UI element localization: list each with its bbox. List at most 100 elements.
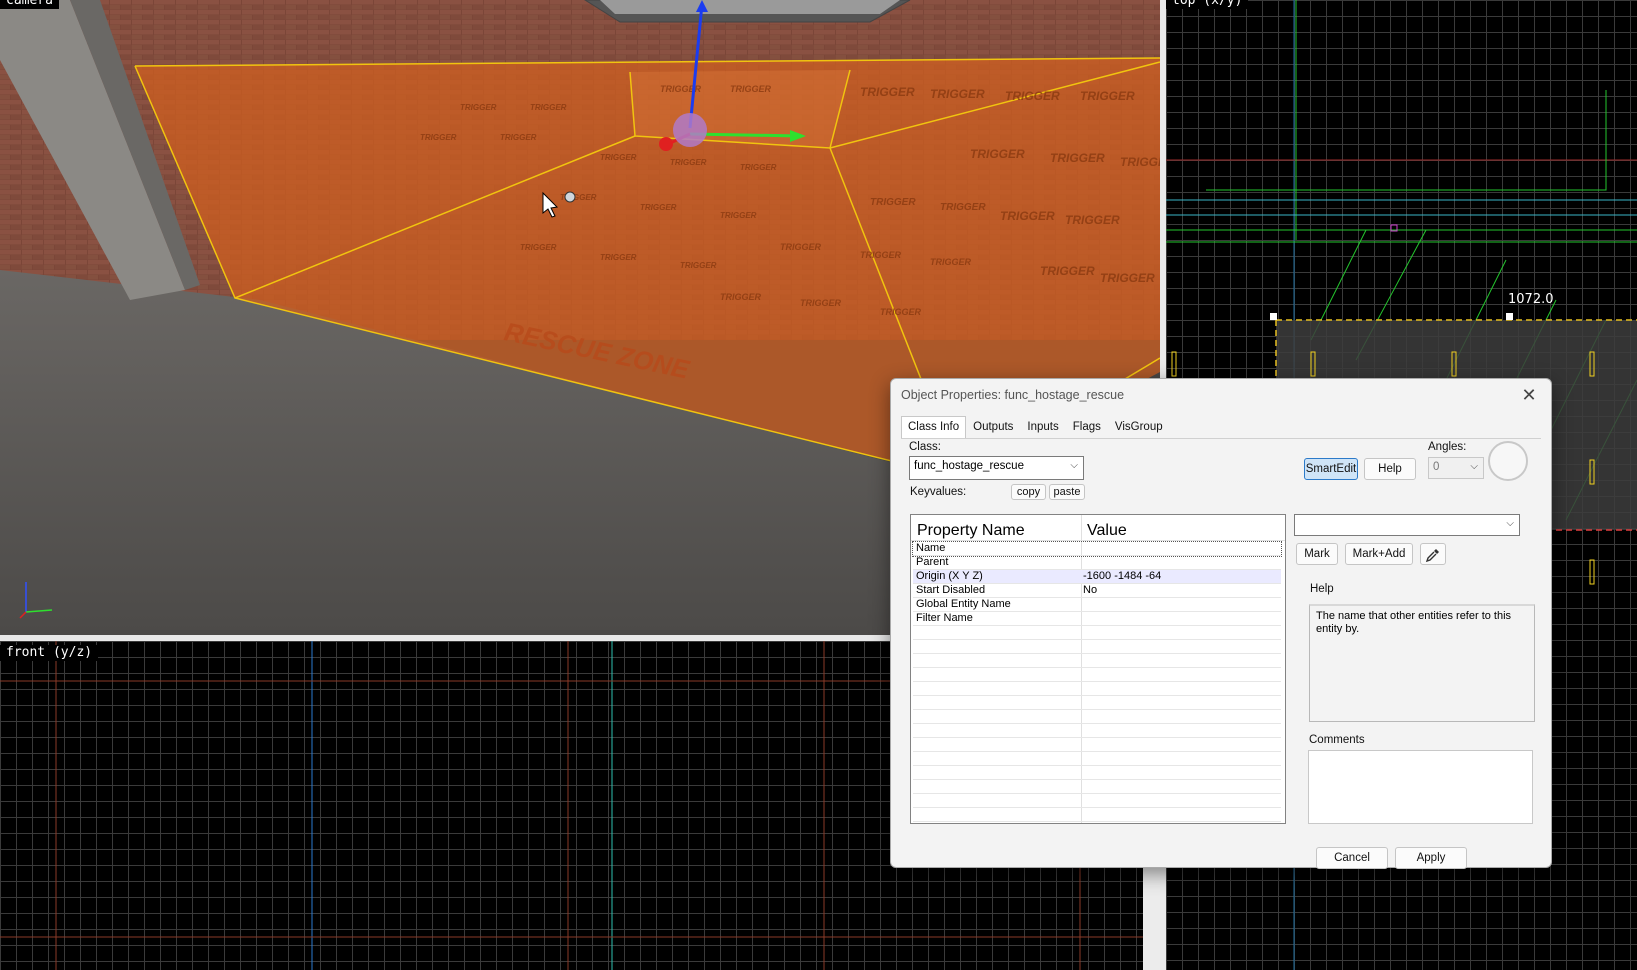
svg-text:TRIGGER: TRIGGER [1040, 264, 1095, 278]
tab-inputs[interactable]: Inputs [1020, 416, 1065, 438]
table-row[interactable]: Start Disabled No [913, 584, 1281, 598]
svg-text:TRIGGER: TRIGGER [1080, 89, 1135, 103]
property-value-cell: No [1083, 584, 1098, 596]
column-header-property[interactable]: Property Name [917, 522, 1025, 540]
svg-text:TRIGGER: TRIGGER [640, 203, 677, 212]
svg-text:TRIGGER: TRIGGER [520, 243, 557, 252]
ceiling-light [600, 0, 900, 14]
svg-text:TRIGGER: TRIGGER [720, 292, 762, 302]
table-row[interactable]: Parent [913, 556, 1281, 570]
table-row[interactable] [913, 640, 1281, 654]
property-value-cell: -1600 -1484 -64 [1083, 570, 1162, 582]
value-combo[interactable]: ⌵ [1294, 514, 1520, 536]
tab-class-info[interactable]: Class Info [901, 416, 967, 439]
svg-text:TRIGGER: TRIGGER [600, 253, 637, 262]
svg-text:TRIGGER: TRIGGER [680, 261, 717, 270]
angles-value: 0 [1433, 461, 1440, 473]
svg-text:TRIGGER: TRIGGER [500, 133, 537, 142]
comments-label: Comments [1309, 734, 1365, 746]
property-name-cell: Global Entity Name [916, 598, 1011, 610]
tab-visgroup[interactable]: VisGroup [1108, 416, 1170, 438]
svg-text:TRIGGER: TRIGGER [670, 158, 707, 167]
svg-text:TRIGGER: TRIGGER [800, 298, 842, 308]
class-combo[interactable]: func_hostage_rescue ⌵ [909, 456, 1084, 480]
chevron-down-icon: ⌵ [1470, 461, 1478, 472]
table-row[interactable] [913, 780, 1281, 794]
property-name-cell: Parent [916, 556, 949, 568]
svg-text:TRIGGER: TRIGGER [930, 257, 972, 267]
angle-dial[interactable] [1488, 441, 1528, 481]
table-row[interactable] [913, 724, 1281, 738]
svg-text:TRIGGER: TRIGGER [870, 197, 916, 208]
svg-text:TRIGGER: TRIGGER [1100, 271, 1155, 285]
close-icon[interactable]: ✕ [1519, 385, 1539, 405]
table-row[interactable] [913, 794, 1281, 808]
svg-text:TRIGGER: TRIGGER [730, 84, 772, 94]
svg-text:TRIGGER: TRIGGER [860, 250, 902, 260]
svg-text:TRIGGER: TRIGGER [880, 307, 922, 317]
property-name-cell: Origin (X Y Z) [916, 570, 983, 582]
help-label: Help [1310, 583, 1334, 595]
chevron-down-icon: ⌵ [1506, 518, 1514, 529]
table-row[interactable] [913, 808, 1281, 822]
property-name-cell: Start Disabled [916, 584, 986, 596]
svg-text:TRIGGER: TRIGGER [600, 153, 637, 162]
smartedit-button[interactable]: SmartEdit [1304, 458, 1358, 480]
svg-text:TRIGGER: TRIGGER [1000, 209, 1055, 223]
eyedropper-icon[interactable] [1420, 543, 1446, 565]
cancel-button[interactable]: Cancel [1316, 847, 1388, 869]
table-row[interactable] [913, 738, 1281, 752]
table-row[interactable] [913, 626, 1281, 640]
camera-viewport-label: camera [0, 0, 59, 9]
comments-field[interactable] [1308, 750, 1533, 824]
property-name-cell: Name [916, 542, 946, 554]
svg-text:TRIGGER: TRIGGER [720, 211, 757, 220]
table-row[interactable] [913, 766, 1281, 780]
svg-text:TRIGGER: TRIGGER [1050, 151, 1105, 165]
table-row[interactable]: Origin (X Y Z) -1600 -1484 -64 [913, 570, 1281, 584]
svg-text:TRIGGER: TRIGGER [1120, 155, 1160, 169]
svg-text:TRIGGER: TRIGGER [940, 202, 986, 213]
svg-text:TRIGGER: TRIGGER [970, 147, 1025, 161]
table-row[interactable] [913, 710, 1281, 724]
column-header-value[interactable]: Value [1087, 522, 1127, 540]
property-name-cell: Filter Name [916, 612, 973, 624]
angles-label: Angles: [1428, 441, 1467, 453]
svg-text:TRIGGER: TRIGGER [530, 103, 567, 112]
svg-text:TRIGGER: TRIGGER [740, 163, 777, 172]
mark-add-button[interactable]: Mark+Add [1345, 543, 1413, 565]
help-button[interactable]: Help [1364, 458, 1416, 480]
dimension-label: 1072.0 [1508, 292, 1554, 307]
svg-text:TRIGGER: TRIGGER [1005, 89, 1060, 103]
class-label: Class: [909, 441, 941, 453]
table-row[interactable]: Filter Name [913, 612, 1281, 626]
help-text: The name that other entities refer to th… [1316, 610, 1512, 635]
tab-flags[interactable]: Flags [1066, 416, 1108, 438]
svg-text:TRIGGER: TRIGGER [460, 103, 497, 112]
tab-outputs[interactable]: Outputs [966, 416, 1020, 438]
table-row[interactable] [913, 752, 1281, 766]
svg-text:TRIGGER: TRIGGER [930, 87, 985, 101]
chevron-down-icon: ⌵ [1070, 460, 1078, 471]
apply-button[interactable]: Apply [1395, 847, 1467, 869]
copy-button[interactable]: copy [1011, 484, 1046, 500]
svg-text:TRIGGER: TRIGGER [1065, 213, 1120, 227]
table-row[interactable] [913, 668, 1281, 682]
angles-combo[interactable]: 0 ⌵ [1428, 457, 1484, 479]
svg-text:TRIGGER: TRIGGER [860, 85, 915, 99]
tab-bar: Class Info Outputs Inputs Flags VisGroup [901, 416, 1170, 439]
dialog-titlebar[interactable]: Object Properties: func_hostage_rescue ✕ [891, 379, 1551, 413]
table-row[interactable] [913, 654, 1281, 668]
property-table[interactable]: Property Name Value Name Parent Origin (X … [910, 514, 1286, 824]
dialog-title: Object Properties: func_hostage_rescue [901, 388, 1125, 402]
svg-text:TRIGGER: TRIGGER [780, 242, 822, 252]
keyvalues-label: Keyvalues: [910, 486, 967, 498]
entity-origin-marker [564, 191, 576, 203]
table-row[interactable]: Global Entity Name [913, 598, 1281, 612]
mark-button[interactable]: Mark [1296, 543, 1338, 565]
table-row[interactable]: Name [912, 541, 1282, 557]
table-row[interactable] [913, 696, 1281, 710]
table-row[interactable] [913, 682, 1281, 696]
paste-button[interactable]: paste [1049, 484, 1085, 500]
table-header: Property Name Value [911, 515, 1285, 541]
